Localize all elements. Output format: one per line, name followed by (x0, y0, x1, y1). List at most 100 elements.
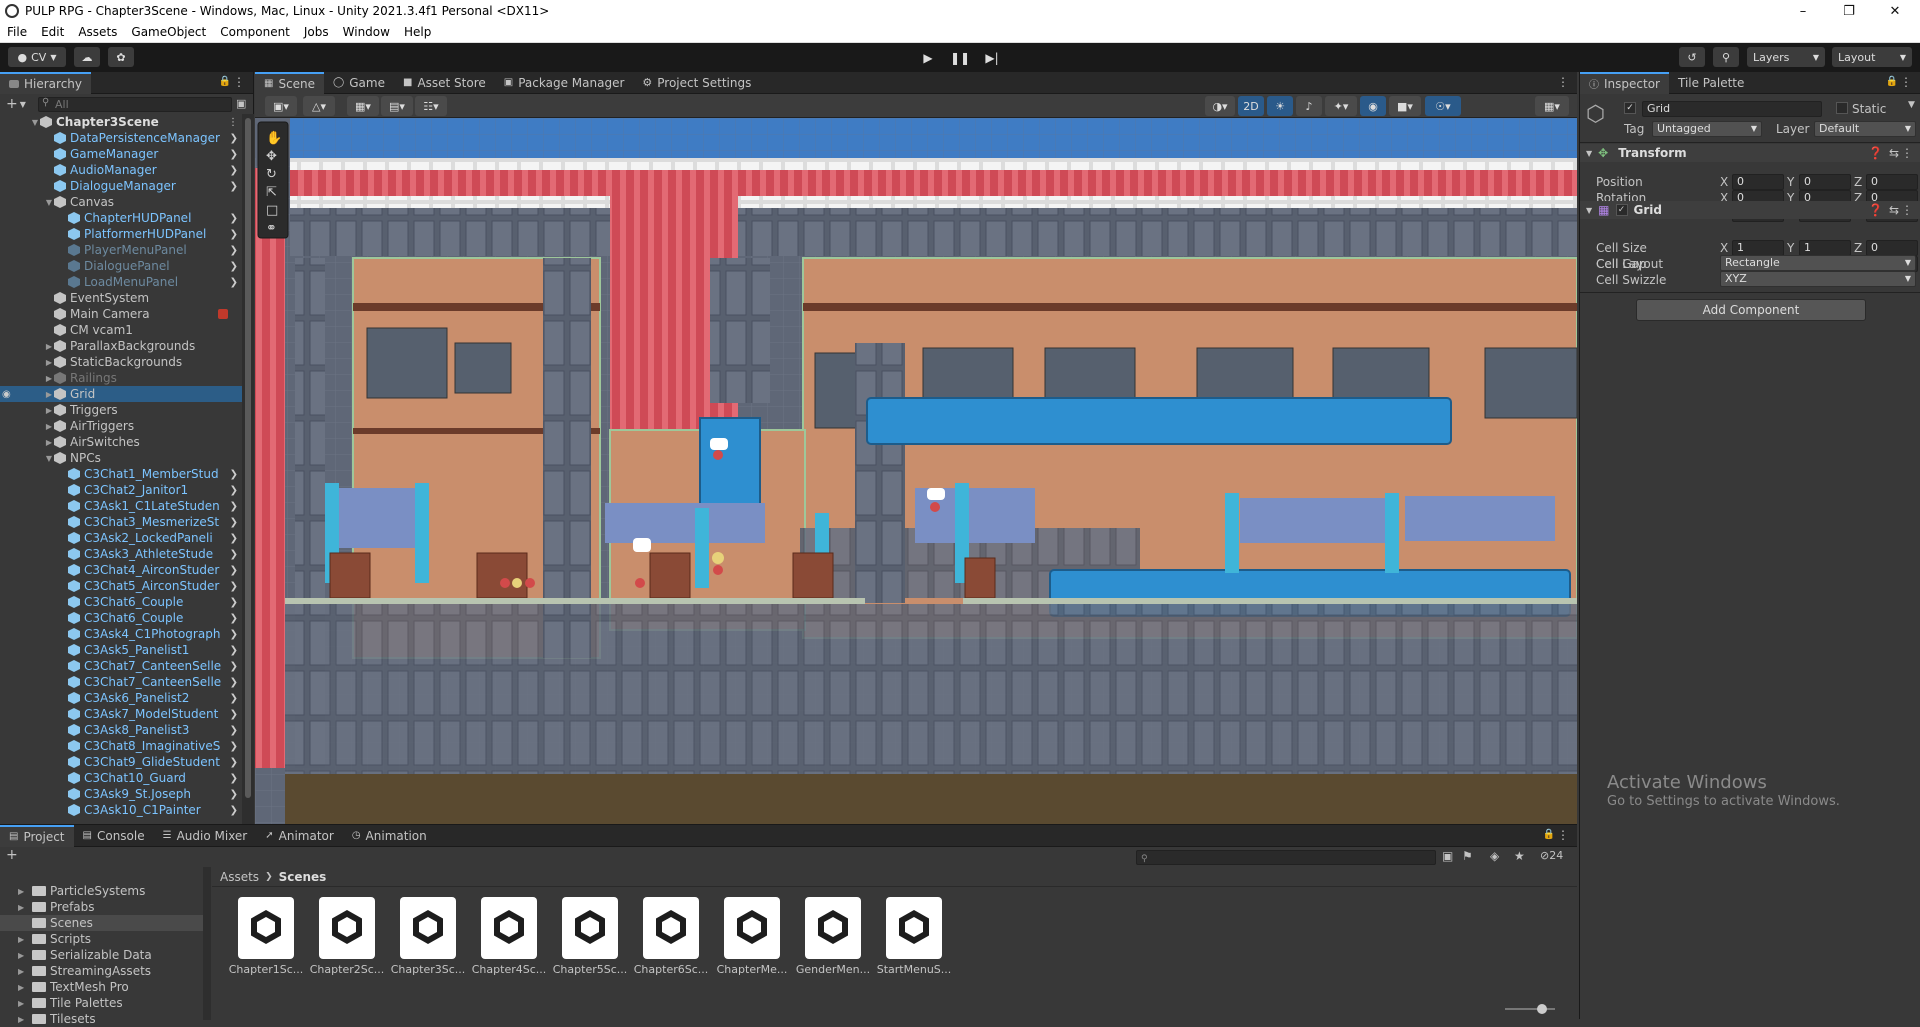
scene-visibility-icon[interactable]: ▣ (236, 97, 246, 110)
chevron-right-icon[interactable]: ❯ (230, 709, 238, 720)
chevron-right-icon[interactable]: ❯ (230, 645, 238, 656)
chevron-right-icon[interactable]: ❯ (230, 517, 238, 528)
hierarchy-item[interactable]: DialoguePanel ❯ (0, 258, 242, 274)
chevron-right-icon[interactable]: ▶ (18, 983, 24, 992)
tab-tile-palette[interactable]: Tile Palette (1669, 72, 1753, 94)
visibility-eye-icon[interactable]: ◉ (2, 389, 11, 400)
add-icon[interactable]: + (6, 847, 18, 863)
grid-enabled-checkbox[interactable]: ✓ (1615, 204, 1628, 216)
hierarchy-item[interactable]: C3Chat3_MesmerizeSt ❯ (0, 514, 242, 530)
hierarchy-item[interactable]: C3Chat8_ImaginativeS ❯ (0, 738, 242, 754)
scene-asset[interactable]: Chapter3Sc... (390, 897, 466, 976)
hierarchy-item[interactable]: ▼ NPCs (0, 450, 242, 466)
hierarchy-item[interactable]: C3Chat7_CanteenSelle ❯ (0, 658, 242, 674)
chevron-right-icon[interactable]: ❯ (230, 581, 238, 592)
hierarchy-item[interactable]: ▶ AirSwitches (0, 434, 242, 450)
overlay-icon[interactable]: ▦▾ (1535, 96, 1569, 116)
hierarchy-item[interactable]: AudioManager ❯ (0, 162, 242, 178)
tab-project-settings[interactable]: ⚙ Project Settings (633, 72, 760, 94)
more-icon[interactable]: ⋮ (1557, 75, 1569, 89)
chevron-down-icon[interactable]: ▼ (44, 454, 54, 463)
chevron-right-icon[interactable]: ❯ (230, 485, 238, 496)
chevron-right-icon[interactable]: ❯ (230, 565, 238, 576)
chevron-right-icon[interactable]: ❯ (230, 597, 238, 608)
position-x-input[interactable]: 0 (1732, 174, 1784, 190)
shading-mode-icon[interactable]: ◑▾ (1205, 96, 1235, 116)
breadcrumb-scenes[interactable]: Scenes (279, 870, 327, 884)
chevron-right-icon[interactable]: ❯ (230, 757, 238, 768)
folder-item[interactable]: Scenes (0, 915, 203, 931)
chevron-right-icon[interactable]: ▶ (44, 342, 54, 351)
grid-snap-dropdown[interactable]: ▦▾ (347, 96, 379, 116)
more-icon[interactable]: ⋮ (1901, 146, 1913, 160)
scene-asset[interactable]: StartMenuS... (876, 897, 952, 976)
folder-item[interactable]: ▶ ParticleSystems (0, 883, 203, 899)
tab-asset-store[interactable]: ■ Asset Store (394, 72, 495, 94)
chevron-down-icon[interactable]: ▼ (44, 198, 54, 207)
more-icon[interactable]: ⋮ (228, 117, 238, 128)
project-search-input[interactable]: ⚲ (1136, 850, 1436, 865)
chevron-right-icon[interactable]: ▶ (18, 1015, 24, 1024)
step-button[interactable]: ▶| (979, 47, 1005, 68)
account-button[interactable]: ● CV ▼ (8, 47, 66, 67)
hierarchy-item[interactable]: C3Ask9_St.Joseph ❯ (0, 786, 242, 802)
hierarchy-item[interactable]: LoadMenuPanel ❯ (0, 274, 242, 290)
menu-help[interactable]: Help (397, 25, 438, 39)
menu-file[interactable]: File (0, 25, 34, 39)
tab-scene[interactable]: ▦ Scene (255, 71, 325, 94)
scrollbar-thumb[interactable] (245, 118, 251, 798)
snap-increment-dropdown[interactable]: ▤▾ (381, 96, 413, 116)
scene-asset[interactable]: Chapter5Sc... (552, 897, 628, 976)
visibility-icon[interactable]: ◉ (1360, 96, 1386, 116)
audio-icon[interactable]: ♪ (1296, 96, 1322, 116)
hierarchy-item[interactable]: C3Ask2_LockedPaneli ❯ (0, 530, 242, 546)
chevron-right-icon[interactable]: ❯ (230, 741, 238, 752)
search-icon[interactable]: ⚲ (1713, 47, 1739, 67)
scene-asset[interactable]: Chapter4Sc... (471, 897, 547, 976)
tab-inspector[interactable]: ⓘ Inspector (1580, 71, 1669, 94)
grid-component-header[interactable]: ▼ ▦ ✓ Grid ❓ ⇆ ⋮ (1580, 201, 1920, 219)
scene-level-map[interactable]: ✋ ✥ ↻ ⇱ □ ⚭ (255, 118, 1577, 824)
tab-package-manager[interactable]: ▣ Package Manager (495, 72, 634, 94)
static-checkbox[interactable] (1836, 102, 1848, 114)
hierarchy-item[interactable]: ▼ Canvas (0, 194, 242, 210)
collab-icon[interactable]: ✿ (108, 47, 134, 67)
chevron-right-icon[interactable]: ▶ (18, 951, 24, 960)
camera-icon[interactable]: ■▾ (1389, 96, 1421, 116)
history-icon[interactable]: ↺ (1679, 47, 1705, 67)
hierarchy-item[interactable]: C3Chat6_Couple ❯ (0, 594, 242, 610)
hierarchy-item[interactable]: C3Chat5_AirconStuder ❯ (0, 578, 242, 594)
lock-icon[interactable]: 🔒 (1543, 829, 1555, 840)
icon-size-slider[interactable] (1505, 1004, 1555, 1014)
hierarchy-item[interactable]: CM vcam1 (0, 322, 242, 338)
menu-assets[interactable]: Assets (71, 25, 124, 39)
chevron-right-icon[interactable]: ▶ (44, 390, 54, 399)
hierarchy-item[interactable]: C3Chat1_MemberStud ❯ (0, 466, 242, 482)
cell-size-y-input[interactable]: 1 (1799, 240, 1851, 256)
active-checkbox[interactable]: ✓ (1624, 102, 1636, 114)
hierarchy-item[interactable]: ▶ ParallaxBackgrounds (0, 338, 242, 354)
tab-animation[interactable]: ◷ Animation (343, 825, 436, 847)
folder-item[interactable]: ▶ Serializable Data (0, 947, 203, 963)
chevron-down-icon[interactable]: ▼ (1586, 206, 1592, 215)
position-y-input[interactable]: 0 (1799, 174, 1851, 190)
filter-label-icon[interactable]: ⚑ (1462, 849, 1473, 863)
hierarchy-item[interactable]: ▶ Railings (0, 370, 242, 386)
help-icon[interactable]: ❓ (1868, 203, 1883, 217)
lock-icon[interactable]: 🔒 (219, 76, 231, 87)
chevron-right-icon[interactable]: ❯ (230, 789, 238, 800)
scene-asset[interactable]: Chapter6Sc... (633, 897, 709, 976)
hierarchy-item[interactable]: C3Ask1_C1LateStuden ❯ (0, 498, 242, 514)
hierarchy-item[interactable]: DialogueManager ❯ (0, 178, 242, 194)
hierarchy-scene-root[interactable]: ▼ Chapter3Scene ⋮ (0, 114, 242, 130)
add-icon[interactable]: + (6, 96, 18, 112)
hierarchy-item[interactable]: GameManager ❯ (0, 146, 242, 162)
hierarchy-item[interactable]: C3Ask10_C1Painter ❯ (0, 802, 242, 818)
chevron-right-icon[interactable]: ❯ (230, 725, 238, 736)
hierarchy-item[interactable]: C3Chat9_GlideStudent ❯ (0, 754, 242, 770)
hierarchy-item[interactable]: C3Ask5_Panelist1 ❯ (0, 642, 242, 658)
play-button[interactable]: ▶ (915, 47, 941, 68)
tag-icon[interactable]: ◈ (1490, 849, 1499, 863)
object-name-input[interactable]: Grid (1642, 101, 1822, 117)
lighting-icon[interactable]: ☀ (1267, 96, 1293, 116)
